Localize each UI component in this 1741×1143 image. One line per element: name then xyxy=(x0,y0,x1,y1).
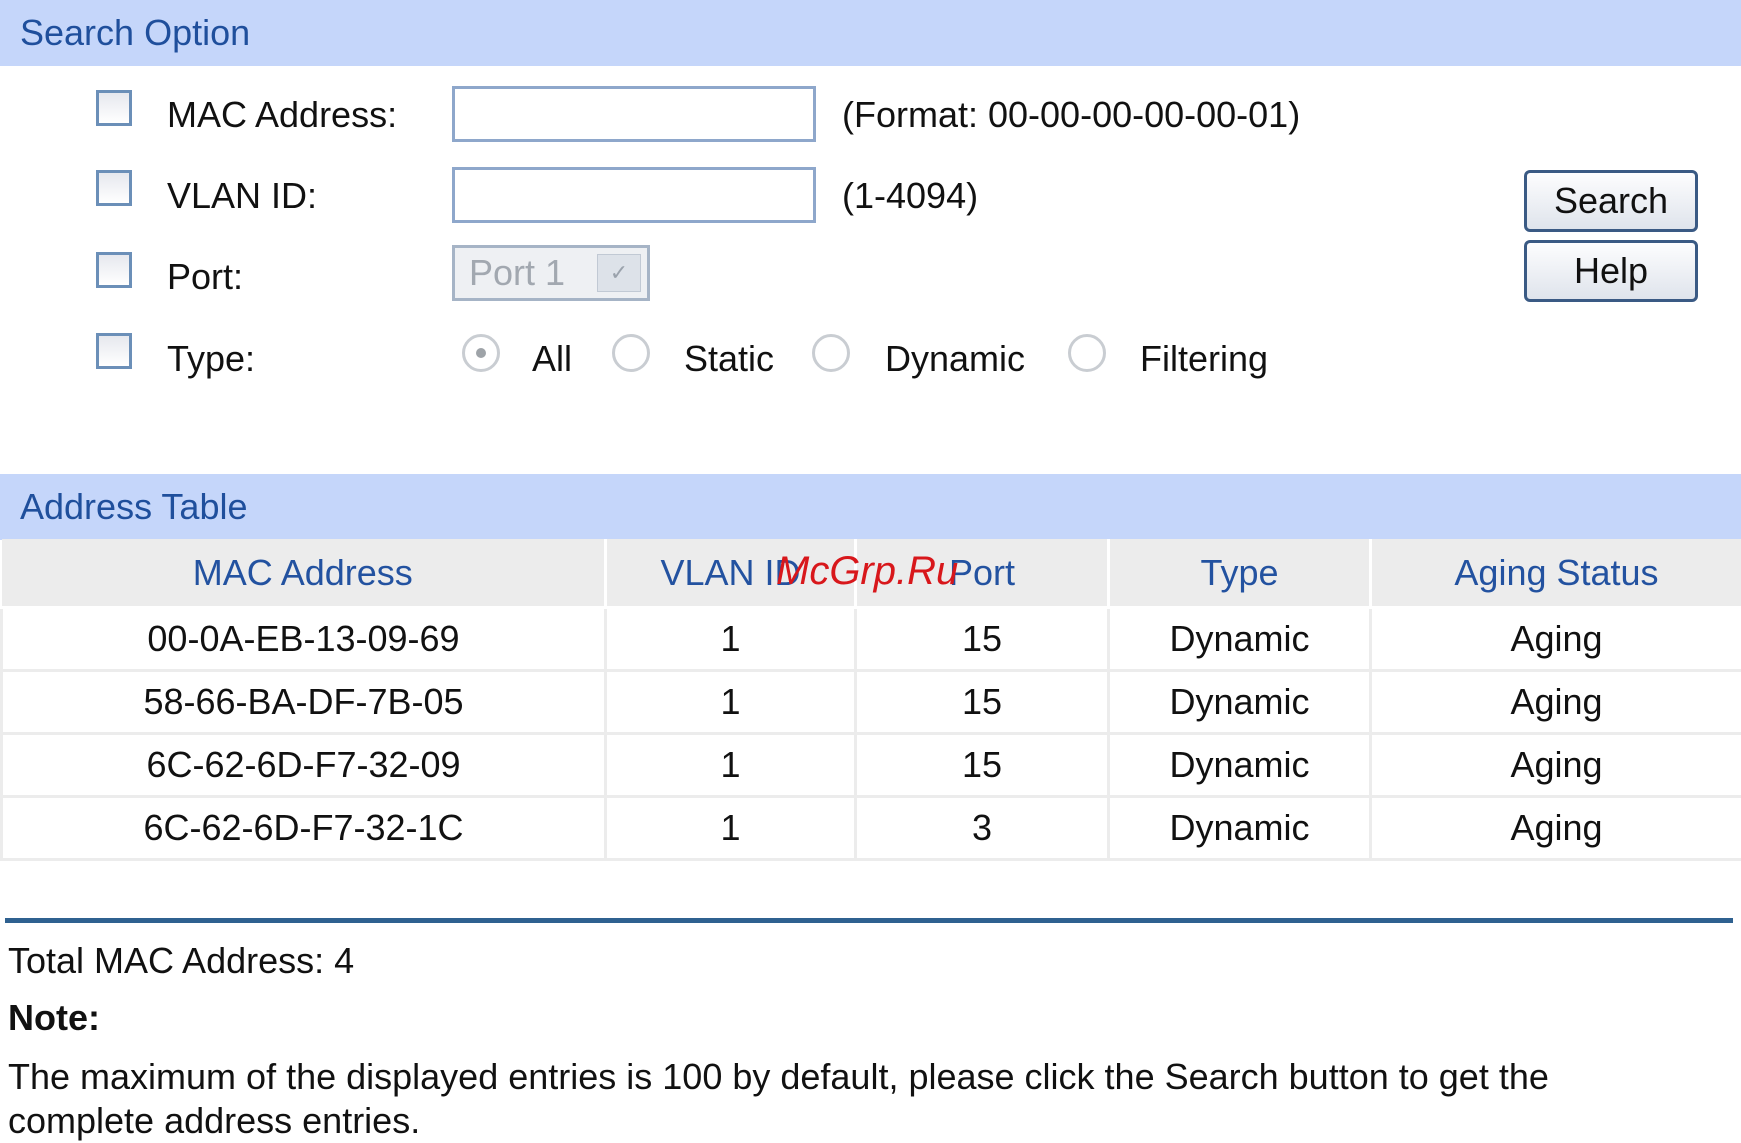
cell-port: 15 xyxy=(856,671,1109,734)
cell-vlan-id: 1 xyxy=(606,608,856,671)
watermark: McGrp.Ru xyxy=(776,546,958,596)
table-row: 58-66-BA-DF-7B-05 1 15 Dynamic Aging xyxy=(2,671,1741,734)
address-table-header: Address Table xyxy=(0,474,1741,540)
cell-port: 3 xyxy=(856,797,1109,860)
type-filtering-label: Filtering xyxy=(1140,337,1268,381)
cell-vlan-id: 1 xyxy=(606,734,856,797)
chevron-down-icon[interactable]: ✓ xyxy=(597,254,641,292)
mac-address-checkbox[interactable] xyxy=(96,90,132,126)
cell-mac-address: 58-66-BA-DF-7B-05 xyxy=(2,671,606,734)
search-button[interactable]: Search xyxy=(1524,170,1698,232)
cell-type: Dynamic xyxy=(1109,734,1371,797)
cell-port: 15 xyxy=(856,734,1109,797)
note-title: Note: xyxy=(8,996,100,1040)
column-header-type: Type xyxy=(1109,539,1371,608)
type-filtering-radio[interactable] xyxy=(1068,334,1106,372)
cell-mac-address: 6C-62-6D-F7-32-09 xyxy=(2,734,606,797)
column-header-mac-address: MAC Address xyxy=(2,539,606,608)
radio-selected-dot xyxy=(476,348,486,358)
cell-vlan-id: 1 xyxy=(606,797,856,860)
port-checkbox[interactable] xyxy=(96,252,132,288)
port-select[interactable]: Port 1 ✓ xyxy=(452,245,650,301)
cell-mac-address: 00-0A-EB-13-09-69 xyxy=(2,608,606,671)
type-all-radio[interactable] xyxy=(462,334,500,372)
port-label: Port: xyxy=(167,255,243,299)
search-option-header: Search Option xyxy=(0,0,1741,66)
type-static-radio[interactable] xyxy=(612,334,650,372)
table-row: 00-0A-EB-13-09-69 1 15 Dynamic Aging xyxy=(2,608,1741,671)
mac-address-input[interactable] xyxy=(452,86,816,142)
type-label: Type: xyxy=(167,337,255,381)
table-row: 6C-62-6D-F7-32-1C 1 3 Dynamic Aging xyxy=(2,797,1741,860)
type-all-label: All xyxy=(532,337,572,381)
note-text-line-2: complete address entries. xyxy=(8,1099,420,1143)
column-header-aging-status: Aging Status xyxy=(1371,539,1741,608)
vlan-range-hint: (1-4094) xyxy=(842,174,978,218)
cell-type: Dynamic xyxy=(1109,608,1371,671)
cell-mac-address: 6C-62-6D-F7-32-1C xyxy=(2,797,606,860)
cell-vlan-id: 1 xyxy=(606,671,856,734)
cell-aging-status: Aging xyxy=(1371,797,1741,860)
cell-port: 15 xyxy=(856,608,1109,671)
type-dynamic-radio[interactable] xyxy=(812,334,850,372)
mac-format-hint: (Format: 00-00-00-00-00-01) xyxy=(842,93,1300,137)
vlan-id-input[interactable] xyxy=(452,167,816,223)
cell-aging-status: Aging xyxy=(1371,734,1741,797)
total-mac-address: Total MAC Address: 4 xyxy=(8,939,354,983)
type-dynamic-label: Dynamic xyxy=(885,337,1025,381)
mac-address-label: MAC Address: xyxy=(167,93,397,137)
divider xyxy=(5,918,1733,923)
cell-type: Dynamic xyxy=(1109,671,1371,734)
port-select-value: Port 1 xyxy=(469,252,565,293)
note-text-line-1: The maximum of the displayed entries is … xyxy=(8,1055,1549,1099)
type-static-label: Static xyxy=(684,337,774,381)
table-row: 6C-62-6D-F7-32-09 1 15 Dynamic Aging xyxy=(2,734,1741,797)
cell-type: Dynamic xyxy=(1109,797,1371,860)
type-checkbox[interactable] xyxy=(96,333,132,369)
cell-aging-status: Aging xyxy=(1371,608,1741,671)
vlan-id-checkbox[interactable] xyxy=(96,170,132,206)
cell-aging-status: Aging xyxy=(1371,671,1741,734)
help-button[interactable]: Help xyxy=(1524,240,1698,302)
vlan-id-label: VLAN ID: xyxy=(167,174,317,218)
